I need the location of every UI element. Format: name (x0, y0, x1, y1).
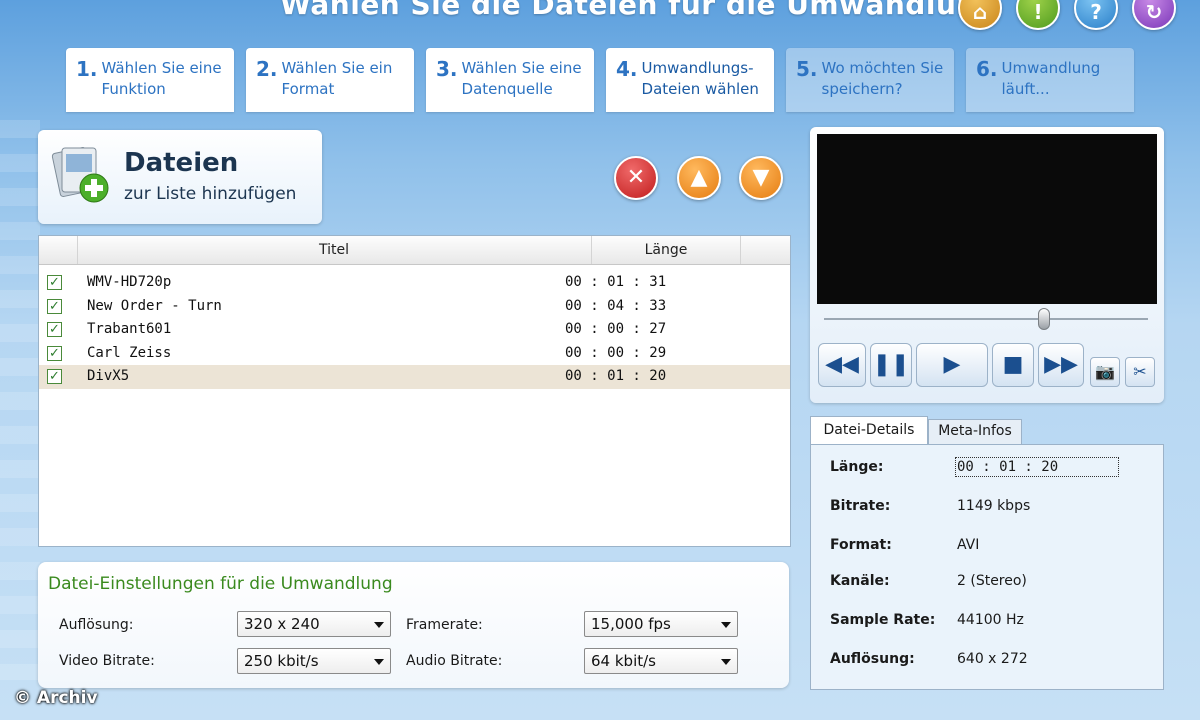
tab-meta-infos[interactable]: Meta-Infos (928, 419, 1022, 444)
remove-file-button[interactable]: ✕ (614, 156, 658, 200)
help-icon[interactable]: ? (1074, 0, 1118, 30)
forward-button[interactable]: ▶▶ (1038, 343, 1084, 387)
conversion-settings-panel: Datei-Einstellungen für die Umwandlung A… (38, 562, 789, 688)
file-length: 00 : 04 : 33 (565, 297, 667, 314)
file-title: New Order - Turn (87, 297, 222, 314)
detail-value: 1149 kbps (957, 498, 1031, 514)
detail-value: 44100 Hz (957, 612, 1024, 628)
detail-value: AVI (957, 537, 980, 553)
file-row-selected[interactable]: ✓ DivX5 00 : 01 : 20 (39, 365, 790, 389)
fast-forward-icon: ▶▶ (1044, 352, 1078, 377)
scissors-icon: ✂ (1133, 362, 1147, 381)
column-title[interactable]: Titel (77, 236, 592, 264)
pause-icon: ❚❚ (872, 352, 910, 377)
snapshot-button[interactable]: 📷 (1090, 357, 1120, 387)
chevron-down-icon: ▼ (752, 165, 770, 190)
file-checkbox[interactable]: ✓ (47, 275, 62, 290)
file-length: 00 : 00 : 27 (565, 321, 667, 337)
step-2[interactable]: 2. Wählen Sie ein Format (246, 48, 414, 112)
file-row[interactable]: ✓ WMV-HD720p 00 : 01 : 31 (39, 271, 790, 295)
detail-key: Kanäle: (830, 573, 890, 589)
step-6: 6. Umwandlung läuft... (966, 48, 1134, 112)
camera-icon: 📷 (1095, 362, 1115, 381)
file-checkbox[interactable]: ✓ (47, 345, 62, 361)
audio-bitrate-label: Audio Bitrate: (406, 653, 503, 669)
step-1[interactable]: 1. Wählen Sie eine Funktion (66, 48, 234, 112)
step-4[interactable]: 4. Umwandlungs- Dateien wählen (606, 48, 774, 112)
file-length: 00 : 01 : 20 (565, 368, 667, 384)
framerate-label: Framerate: (406, 617, 483, 633)
video-player: ◀◀ ❚❚ ▶ ■ ▶▶ 📷 ✂ (810, 127, 1164, 403)
detail-key: Bitrate: (830, 498, 891, 514)
video-preview (817, 134, 1157, 304)
chevron-up-icon: ▲ (690, 165, 708, 190)
move-up-button[interactable]: ▲ (677, 156, 721, 200)
cut-button[interactable]: ✂ (1125, 357, 1155, 387)
file-title: Carl Zeiss (87, 344, 172, 361)
close-icon: ✕ (626, 165, 646, 190)
detail-value: 640 x 272 (957, 651, 1028, 667)
film-strip-decoration (0, 120, 40, 680)
seek-handle[interactable] (1038, 308, 1051, 330)
exit-icon[interactable]: ↻ (1132, 0, 1176, 30)
file-list: Titel Länge ✓ WMV-HD720p 00 : 01 : 31 ✓ … (38, 235, 791, 547)
move-down-button[interactable]: ▼ (739, 156, 783, 200)
tab-file-details[interactable]: Datei-Details (810, 416, 928, 446)
add-files-title: Dateien (124, 148, 239, 178)
file-title: WMV-HD720p (87, 274, 172, 290)
header-check-column (39, 236, 78, 264)
pause-button[interactable]: ❚❚ (870, 343, 912, 387)
file-list-header: Titel Länge (39, 236, 790, 265)
file-checkbox[interactable]: ✓ (47, 369, 62, 384)
rewind-icon: ◀◀ (825, 352, 859, 377)
play-icon: ▶ (943, 352, 961, 377)
detail-key: Auflösung: (830, 651, 915, 667)
resolution-label: Auflösung: (59, 617, 134, 633)
file-checkbox[interactable]: ✓ (47, 298, 62, 314)
file-row[interactable]: ✓ Trabant601 00 : 00 : 27 (39, 318, 790, 342)
audio-bitrate-select[interactable]: 64 kbit/s (584, 648, 738, 674)
copyright-watermark: © Archiv (14, 688, 98, 708)
stop-icon: ■ (1002, 352, 1024, 377)
title-bar: Wählen Sie die Dateien für die Umwandlun… (0, 0, 1200, 40)
file-row[interactable]: ✓ Carl Zeiss 00 : 00 : 29 (39, 342, 790, 366)
file-length: 00 : 00 : 29 (565, 344, 667, 361)
rewind-button[interactable]: ◀◀ (818, 343, 866, 387)
play-button[interactable]: ▶ (916, 343, 988, 387)
chevron-down-icon (721, 659, 731, 665)
window-title: Wählen Sie die Dateien für die Umwandlun… (280, 0, 998, 21)
column-length[interactable]: Länge (592, 236, 741, 264)
video-bitrate-select[interactable]: 250 kbit/s (237, 648, 391, 674)
detail-value: 2 (Stereo) (957, 573, 1027, 589)
add-files-subtitle: zur Liste hinzufügen (124, 184, 297, 204)
add-files-button[interactable]: Dateien zur Liste hinzufügen (38, 130, 322, 224)
seek-bar[interactable] (824, 318, 1148, 320)
chevron-down-icon (374, 659, 384, 665)
detail-key: Länge: (830, 459, 884, 475)
file-title: DivX5 (87, 368, 130, 384)
detail-key: Sample Rate: (830, 612, 936, 628)
stop-button[interactable]: ■ (992, 343, 1034, 387)
home-icon[interactable]: ⌂ (958, 0, 1002, 30)
info-icon[interactable]: ! (1016, 0, 1060, 30)
chevron-down-icon (374, 622, 384, 628)
detail-key: Format: (830, 537, 892, 553)
settings-title: Datei-Einstellungen für die Umwandlung (48, 574, 393, 594)
file-details-panel: Länge: 00 : 01 : 20 Bitrate: 1149 kbps F… (810, 444, 1164, 690)
step-5: 5. Wo möchten Sie speichern? (786, 48, 954, 112)
resolution-select[interactable]: 320 x 240 (237, 611, 391, 637)
file-title: Trabant601 (87, 321, 172, 337)
video-bitrate-label: Video Bitrate: (59, 653, 155, 669)
file-checkbox[interactable]: ✓ (47, 322, 62, 337)
file-length: 00 : 01 : 31 (565, 274, 667, 290)
file-row[interactable]: ✓ New Order - Turn 00 : 04 : 33 (39, 295, 790, 319)
framerate-select[interactable]: 15,000 fps (584, 611, 738, 637)
detail-value: 00 : 01 : 20 (955, 457, 1119, 477)
add-files-icon (51, 147, 109, 203)
step-3[interactable]: 3. Wählen Sie eine Datenquelle (426, 48, 594, 112)
chevron-down-icon (721, 622, 731, 628)
